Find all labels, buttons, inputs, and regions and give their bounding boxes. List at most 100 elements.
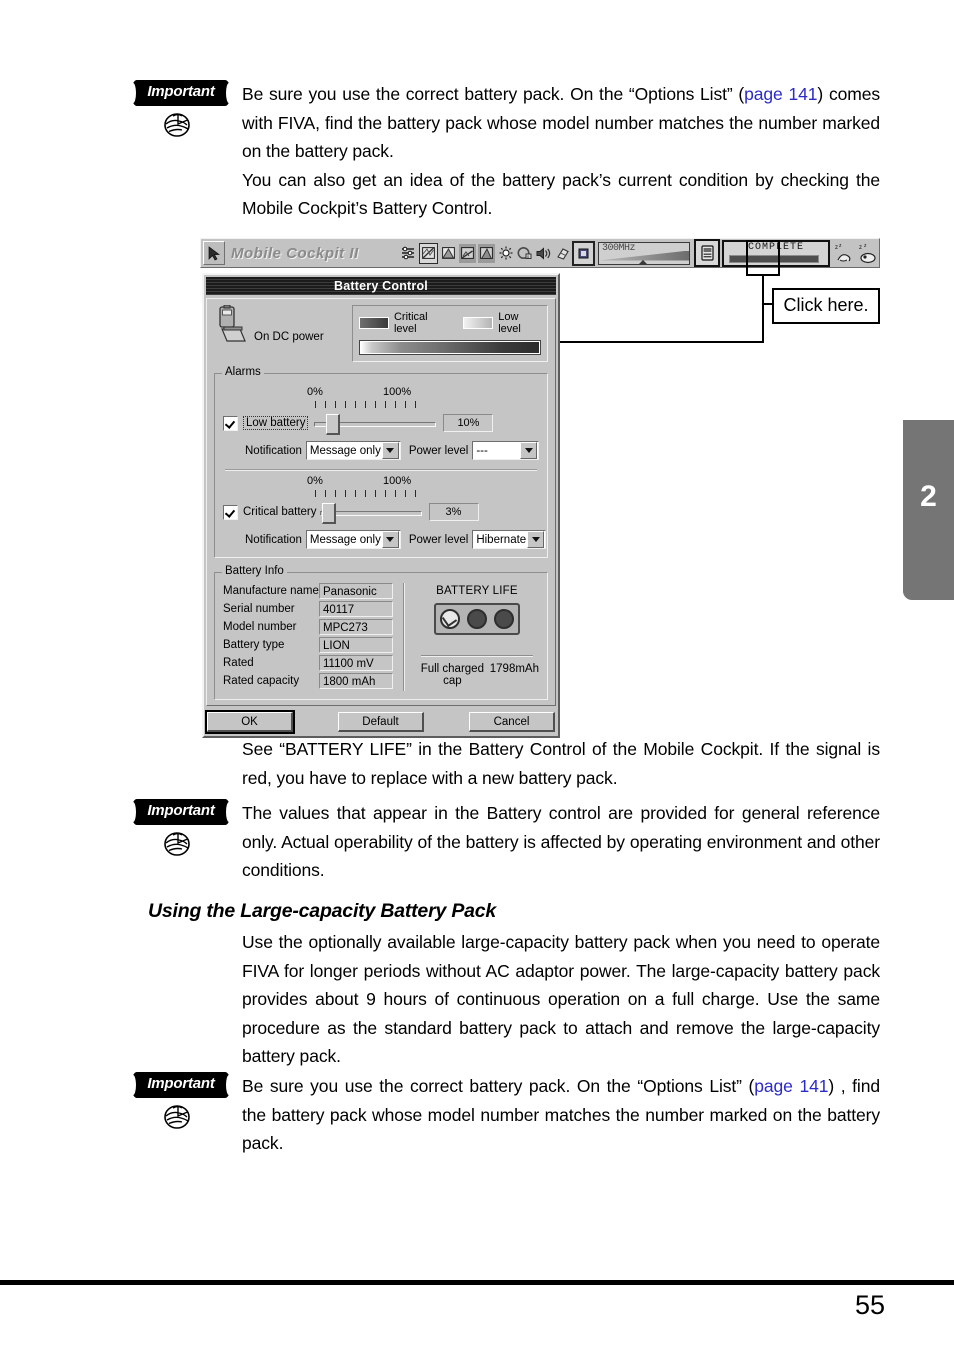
rated-capacity-value: 1800 mAh	[319, 673, 393, 689]
battery-life-indicator	[433, 603, 520, 635]
performance-mode-1-icon[interactable]	[419, 242, 438, 264]
important-badge-2: Important	[130, 799, 242, 857]
section-heading: Using the Large-capacity Battery Pack	[148, 900, 497, 922]
low-battery-options-row: Notification Message only Power level --…	[245, 441, 539, 460]
page-link-number[interactable]: 141	[799, 1076, 828, 1096]
important-note-1-text: Be sure you use the correct battery pack…	[242, 80, 880, 223]
low-scale-min: 0%	[307, 386, 323, 398]
power-source-label: On DC power	[254, 331, 324, 343]
low-power-level-select[interactable]: ---	[472, 441, 539, 460]
svg-text:z: z	[864, 243, 867, 249]
dialog-title: Battery Control	[206, 277, 556, 295]
low-scale-ticks	[315, 401, 423, 408]
critical-battery-value: 3%	[428, 503, 479, 521]
important-note-3: Important Be sure you use the correct ba…	[130, 1072, 890, 1158]
note3-text-a: Be sure you use the correct battery pack…	[242, 1076, 755, 1096]
standby-icon[interactable]: zz	[834, 242, 855, 264]
brightness-icon[interactable]	[497, 244, 514, 263]
critical-battery-label: Critical battery	[243, 506, 317, 518]
callout-line-vertical	[762, 276, 764, 342]
critical-battery-checkbox[interactable]	[223, 504, 238, 520]
chevron-down-icon[interactable]	[381, 442, 399, 459]
pointing-hand-icon	[164, 832, 190, 856]
full-charge-separator	[420, 655, 533, 657]
critical-level-label: Critical level	[393, 311, 428, 335]
battery-life-lamp-3	[494, 609, 515, 629]
full-charged-label: Full charged cap	[420, 663, 484, 687]
chevron-down-icon[interactable]	[527, 531, 545, 548]
important-badge-3: Important	[130, 1072, 242, 1130]
note1-paragraph-2: You can also get an idea of the battery …	[242, 169, 880, 219]
critical-notification-label: Notification	[245, 533, 302, 546]
hibernate-icon[interactable]: zz	[857, 242, 878, 264]
cpu-speed-unit: MHz	[618, 242, 636, 254]
chapter-tab: 2	[903, 420, 954, 600]
battery-level-panel: Critical level Low level	[352, 305, 548, 362]
svg-text:z: z	[835, 245, 838, 251]
cursor-icon[interactable]	[203, 241, 225, 265]
important-badge-1: Important	[130, 80, 242, 138]
low-battery-slider[interactable]	[314, 414, 437, 435]
battery-type-label: Battery type	[223, 639, 285, 651]
critical-scale-max: 100%	[383, 475, 412, 487]
critical-notification-select[interactable]: Message only	[305, 530, 401, 549]
cpu-icon[interactable]	[572, 240, 595, 266]
chevron-down-icon[interactable]	[381, 531, 399, 548]
alarms-group: Alarms 0% 100% Low battery 10% Notificat…	[214, 366, 548, 558]
rated-value: 11100 mV	[319, 655, 393, 671]
critical-power-level-select[interactable]: Hibernate	[472, 530, 547, 549]
important-badge-label: Important	[147, 802, 215, 819]
critical-battery-slider[interactable]	[319, 503, 422, 524]
low-notification-select[interactable]: Message only	[305, 441, 401, 460]
rated-capacity-label: Rated capacity	[223, 675, 300, 687]
callout-line-to-box	[762, 303, 774, 305]
important-note-2-text: The values that appear in the Battery co…	[242, 803, 880, 880]
manufacture-name-value: Panasonic	[319, 583, 393, 599]
critical-battery-options-row: Notification Message only Power level Hi…	[245, 530, 547, 549]
battery-control-button[interactable]	[694, 239, 720, 267]
power-status-row: On DC power Critical level Low level	[214, 305, 548, 362]
level-legend: Critical level Low level	[359, 311, 541, 335]
settings-list-icon[interactable]	[400, 244, 417, 263]
low-battery-slider-thumb[interactable]	[326, 414, 341, 435]
click-here-label: Click here.	[783, 295, 869, 315]
dc-power-icon	[219, 305, 246, 342]
rated-label: Rated	[223, 657, 254, 669]
low-notification-value: Message only	[309, 444, 381, 457]
chevron-down-icon[interactable]	[520, 442, 537, 459]
note1-text-a: Be sure you use the correct battery pack…	[242, 84, 745, 104]
after-figure-text: See “BATTERY LIFE” in the Battery Contro…	[242, 739, 880, 788]
important-badge-plate: Important	[130, 80, 232, 106]
low-level-label: Low level	[498, 311, 521, 335]
performance-mode-3-icon[interactable]	[459, 243, 476, 263]
model-number-label: Model number	[223, 621, 297, 633]
battery-life-title: BATTERY LIFE	[436, 585, 518, 597]
chapter-tab-number: 2	[920, 480, 937, 513]
battery-info-group: Battery Info Manufacture name Panasonic …	[214, 565, 548, 700]
serial-number-value: 40117	[319, 601, 393, 617]
low-battery-label: Low battery	[243, 416, 309, 430]
page-link-word[interactable]: page	[744, 84, 783, 104]
battery-info-row: Rated 11100 mV	[223, 655, 393, 671]
default-button[interactable]: Default	[338, 712, 424, 732]
power-plan-icon[interactable]: 0	[516, 244, 533, 263]
page-link-word[interactable]: page	[754, 1076, 793, 1096]
low-battery-checkbox[interactable]	[223, 415, 238, 431]
critical-battery-slider-thumb[interactable]	[321, 503, 336, 524]
cancel-button[interactable]: Cancel	[469, 712, 555, 732]
page-link-number[interactable]: 141	[789, 84, 818, 104]
performance-mode-4-icon[interactable]	[478, 243, 495, 263]
volume-icon[interactable]	[535, 244, 552, 263]
critical-notification-value: Message only	[309, 533, 381, 546]
battery-life-lamp-1	[439, 609, 460, 629]
low-notification-label: Notification	[245, 444, 302, 457]
ok-button[interactable]: OK	[205, 710, 295, 734]
battery-icon-focus-rect	[746, 240, 780, 276]
important-badge-plate: Important	[130, 799, 232, 825]
alarms-group-title: Alarms	[222, 366, 264, 378]
performance-mode-2-icon[interactable]	[440, 244, 457, 263]
low-scale-max: 100%	[383, 386, 412, 398]
eraser-icon[interactable]	[554, 244, 571, 263]
full-charged-value: 1798mAh	[489, 663, 539, 675]
important-note-1: Important Be sure you use the correct ba…	[130, 80, 890, 223]
